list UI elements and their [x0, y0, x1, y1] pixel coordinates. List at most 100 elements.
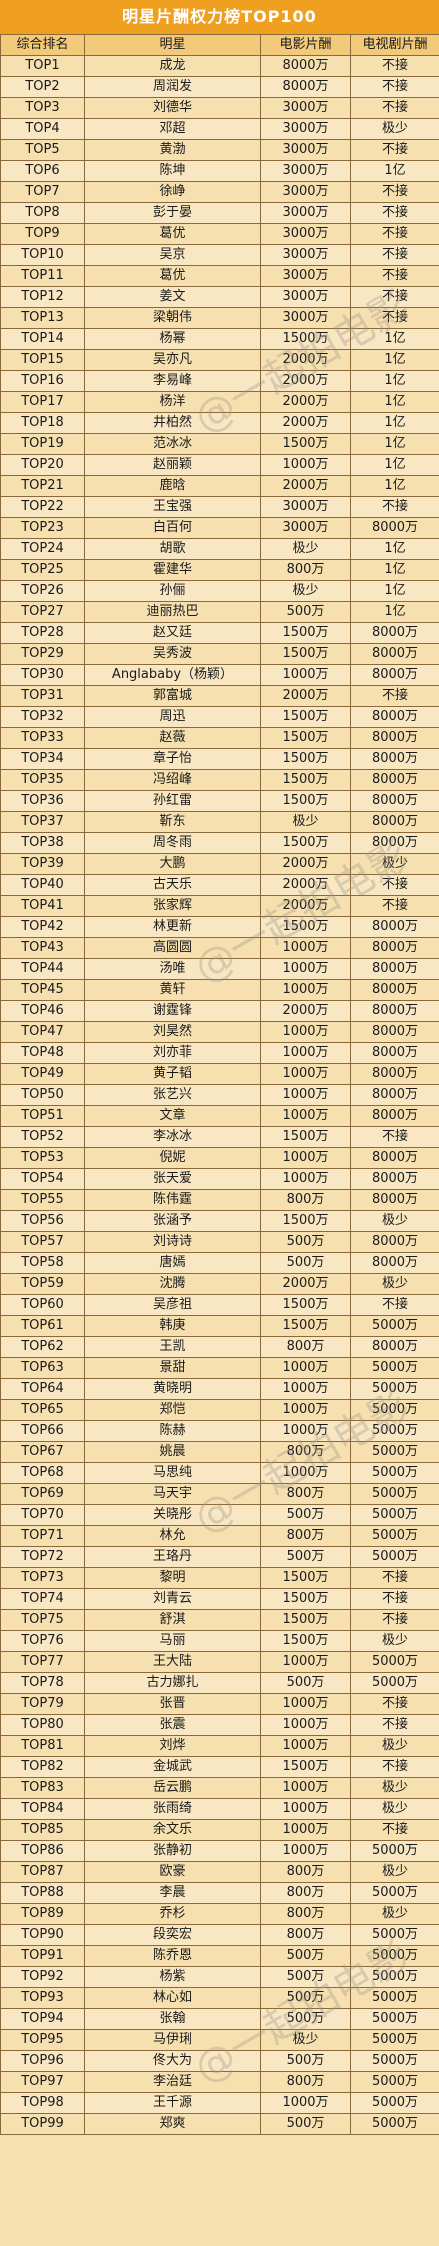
rank-cell: TOP66	[0, 1420, 85, 1442]
tv-fee-cell: 8000万	[350, 937, 439, 959]
movie-fee-cell: 3000万	[260, 307, 351, 329]
rank-cell: TOP76	[0, 1630, 85, 1652]
movie-fee-cell: 1500万	[260, 1609, 351, 1631]
movie-fee-cell: 1500万	[260, 706, 351, 728]
tv-fee-cell: 1亿	[350, 160, 439, 182]
tv-fee-cell: 不接	[350, 685, 439, 707]
movie-fee-cell: 800万	[260, 1903, 351, 1925]
star-cell: 张晋	[84, 1693, 261, 1715]
tv-fee-cell: 8000万	[350, 664, 439, 686]
star-cell: 王千源	[84, 2092, 261, 2114]
rank-cell: TOP39	[0, 853, 85, 875]
rank-cell: TOP51	[0, 1105, 85, 1127]
star-cell: 关晓彤	[84, 1504, 261, 1526]
rank-cell: TOP70	[0, 1504, 85, 1526]
tv-fee-cell: 5000万	[350, 1420, 439, 1442]
tv-fee-cell: 不接	[350, 307, 439, 329]
rank-cell: TOP61	[0, 1315, 85, 1337]
table-row: TOP28 赵又廷 1500万 8000万	[0, 622, 439, 644]
rank-cell: TOP29	[0, 643, 85, 665]
table-row: TOP8 彭于晏 3000万 不接	[0, 202, 439, 224]
star-cell: 黄轩	[84, 979, 261, 1001]
movie-fee-cell: 500万	[260, 1987, 351, 2009]
table-row: TOP80 张震 1000万 不接	[0, 1714, 439, 1736]
star-cell: 吴亦凡	[84, 349, 261, 371]
star-cell: 余文乐	[84, 1819, 261, 1841]
table-row: TOP21 鹿晗 2000万 1亿	[0, 475, 439, 497]
star-cell: 范冰冰	[84, 433, 261, 455]
star-cell: 马思纯	[84, 1462, 261, 1484]
tv-fee-cell: 8000万	[350, 790, 439, 812]
rank-cell: TOP40	[0, 874, 85, 896]
tv-fee-cell: 5000万	[350, 1882, 439, 1904]
tv-fee-cell: 1亿	[350, 454, 439, 476]
table-row: TOP26 孙俪 极少 1亿	[0, 580, 439, 602]
movie-fee-cell: 1500万	[260, 643, 351, 665]
star-cell: 陈伟霆	[84, 1189, 261, 1211]
tv-fee-cell: 8000万	[350, 1105, 439, 1127]
star-cell: 林心如	[84, 1987, 261, 2009]
rank-cell: TOP94	[0, 2008, 85, 2030]
star-cell: 李易峰	[84, 370, 261, 392]
star-cell: 郑爽	[84, 2113, 261, 2135]
rank-cell: TOP86	[0, 1840, 85, 1862]
star-cell: 刘烨	[84, 1735, 261, 1757]
star-cell: 张家辉	[84, 895, 261, 917]
table-row: TOP27 迪丽热巴 500万 1亿	[0, 601, 439, 623]
header-tv-fee: 电视剧片酬	[350, 34, 439, 56]
table-row: TOP78 古力娜扎 500万 5000万	[0, 1672, 439, 1694]
tv-fee-cell: 1亿	[350, 349, 439, 371]
tv-fee-cell: 不接	[350, 286, 439, 308]
rank-cell: TOP85	[0, 1819, 85, 1841]
star-cell: 迪丽热巴	[84, 601, 261, 623]
star-cell: 孙俪	[84, 580, 261, 602]
movie-fee-cell: 1500万	[260, 1630, 351, 1652]
tv-fee-cell: 5000万	[350, 1399, 439, 1421]
table-row: TOP48 刘亦菲 1000万 8000万	[0, 1042, 439, 1064]
rank-cell: TOP89	[0, 1903, 85, 1925]
table-row: TOP45 黄轩 1000万 8000万	[0, 979, 439, 1001]
movie-fee-cell: 1000万	[260, 1693, 351, 1715]
movie-fee-cell: 1000万	[260, 1378, 351, 1400]
table-row: TOP11 葛优 3000万 不接	[0, 265, 439, 287]
tv-fee-cell: 不接	[350, 1126, 439, 1148]
rank-cell: TOP90	[0, 1924, 85, 1946]
movie-fee-cell: 1000万	[260, 1021, 351, 1043]
star-cell: 郑恺	[84, 1399, 261, 1421]
movie-fee-cell: 1000万	[260, 1357, 351, 1379]
table-row: TOP63 景甜 1000万 5000万	[0, 1357, 439, 1379]
rank-cell: TOP5	[0, 139, 85, 161]
tv-fee-cell: 不接	[350, 1756, 439, 1778]
rank-cell: TOP91	[0, 1945, 85, 1967]
rank-cell: TOP17	[0, 391, 85, 413]
tv-fee-cell: 极少	[350, 1735, 439, 1757]
rank-cell: TOP93	[0, 1987, 85, 2009]
rank-cell: TOP53	[0, 1147, 85, 1169]
rank-cell: TOP84	[0, 1798, 85, 1820]
star-cell: 姜文	[84, 286, 261, 308]
tv-fee-cell: 8000万	[350, 1084, 439, 1106]
tv-fee-cell: 不接	[350, 55, 439, 77]
tv-fee-cell: 极少	[350, 1777, 439, 1799]
movie-fee-cell: 500万	[260, 1672, 351, 1694]
star-cell: 章子怡	[84, 748, 261, 770]
rank-cell: TOP97	[0, 2071, 85, 2093]
star-cell: 井柏然	[84, 412, 261, 434]
star-cell: 葛优	[84, 265, 261, 287]
tv-fee-cell: 不接	[350, 874, 439, 896]
rank-cell: TOP60	[0, 1294, 85, 1316]
tv-fee-cell: 8000万	[350, 517, 439, 539]
table-row: TOP24 胡歌 极少 1亿	[0, 538, 439, 560]
tv-fee-cell: 不接	[350, 1609, 439, 1631]
table-row: TOP52 李冰冰 1500万 不接	[0, 1126, 439, 1148]
movie-fee-cell: 3000万	[260, 223, 351, 245]
table-row: TOP60 吴彦祖 1500万 不接	[0, 1294, 439, 1316]
table-row: TOP1 成龙 8000万 不接	[0, 55, 439, 77]
rank-cell: TOP88	[0, 1882, 85, 1904]
movie-fee-cell: 1000万	[260, 1714, 351, 1736]
tv-fee-cell: 8000万	[350, 1189, 439, 1211]
tv-fee-cell: 不接	[350, 97, 439, 119]
table-row: TOP55 陈伟霆 800万 8000万	[0, 1189, 439, 1211]
rank-cell: TOP31	[0, 685, 85, 707]
table-row: TOP83 岳云鹏 1000万 极少	[0, 1777, 439, 1799]
